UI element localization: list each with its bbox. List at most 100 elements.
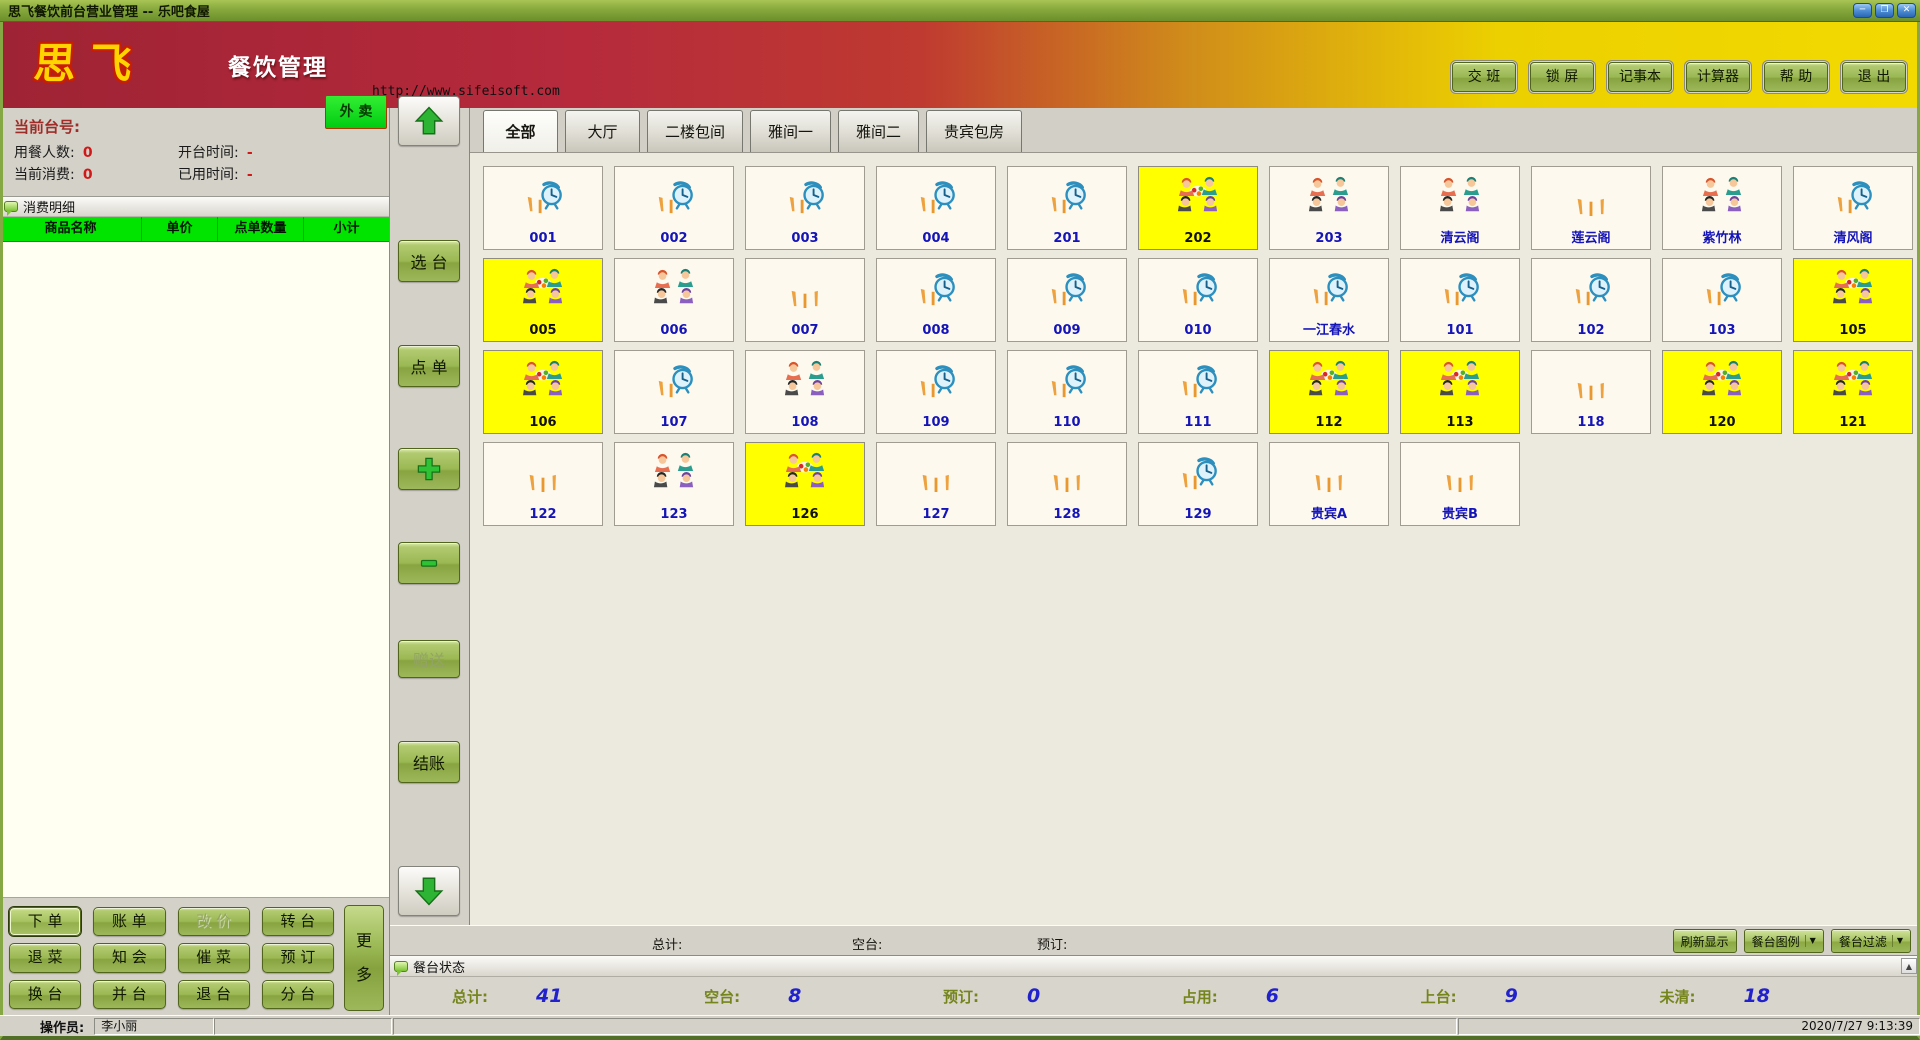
zone-tab[interactable]: 雅间二 — [838, 110, 919, 152]
header-button[interactable]: 交 班 — [1452, 62, 1516, 92]
table-cell[interactable]: 101 — [1400, 258, 1520, 342]
table-cell[interactable]: 128 — [1007, 442, 1127, 526]
order-button[interactable]: 点 单 — [398, 345, 460, 387]
table-cell[interactable]: 006 — [614, 258, 734, 342]
action-button[interactable]: 并 台 — [93, 980, 165, 1009]
zone-tab[interactable]: 大厅 — [565, 110, 640, 152]
table-cell[interactable]: 002 — [614, 166, 734, 250]
action-button[interactable]: 退 菜 — [9, 943, 81, 972]
header-button[interactable]: 记事本 — [1608, 62, 1672, 92]
action-button[interactable]: 分 台 — [262, 980, 334, 1009]
action-button[interactable]: 知 会 — [93, 943, 165, 972]
maximize-icon[interactable]: ❐ — [1875, 3, 1894, 18]
table-cell[interactable]: 123 — [614, 442, 734, 526]
table-label: 003 — [791, 231, 818, 246]
footer-button[interactable]: 刷新显示 — [1673, 929, 1737, 953]
order-items-list[interactable] — [0, 242, 389, 898]
stat-value: 0 — [1027, 985, 1040, 1007]
zone-tab[interactable]: 全部 — [483, 110, 558, 152]
table-cell[interactable]: 129 — [1138, 442, 1258, 526]
table-cell[interactable]: 120 — [1662, 350, 1782, 434]
gift-button[interactable]: 赠送 — [398, 640, 460, 678]
table-cell[interactable]: 107 — [614, 350, 734, 434]
table-cell[interactable]: 112 — [1269, 350, 1389, 434]
zone-tab[interactable]: 二楼包间 — [647, 110, 743, 152]
table-cell[interactable]: 004 — [876, 166, 996, 250]
table-cell[interactable]: 108 — [745, 350, 865, 434]
header-banner: 思飞 餐饮管理 http://www.sifeisoft.com 交 班锁 屏记… — [0, 22, 1920, 108]
scroll-down-button[interactable] — [398, 866, 460, 916]
action-button[interactable]: 预 订 — [262, 943, 334, 972]
table-cell[interactable]: 113 — [1400, 350, 1520, 434]
close-icon[interactable]: ✕ — [1897, 3, 1916, 18]
table-cell[interactable]: 清风阁 — [1793, 166, 1913, 250]
table-cell[interactable]: 莲云阁 — [1531, 166, 1651, 250]
header-button[interactable]: 退 出 — [1842, 62, 1906, 92]
table-cell[interactable]: 005 — [483, 258, 603, 342]
action-button[interactable]: 下 单 — [9, 907, 81, 936]
action-button[interactable]: 换 台 — [9, 980, 81, 1009]
increase-button[interactable] — [398, 448, 460, 490]
table-label: 105 — [1839, 323, 1866, 338]
table-cell[interactable]: 122 — [483, 442, 603, 526]
unsettled-table-icon — [1044, 266, 1090, 308]
stat-value: 9 — [1505, 985, 1518, 1007]
table-cell[interactable]: 001 — [483, 166, 603, 250]
table-cell[interactable]: 010 — [1138, 258, 1258, 342]
table-cell[interactable]: 202 — [1138, 166, 1258, 250]
table-cell[interactable]: 203 — [1269, 166, 1389, 250]
takeout-button[interactable]: 外 卖 — [325, 95, 387, 129]
checkout-button[interactable]: 结账 — [398, 741, 460, 783]
zone-tab[interactable]: 雅间一 — [750, 110, 831, 152]
action-button[interactable]: 催 菜 — [178, 943, 250, 972]
table-status-stats: 总计: 41 空台: 8 预订: 0 占用: 6 上台: 9 未清: 18 — [390, 976, 1920, 1015]
table-cell[interactable]: 109 — [876, 350, 996, 434]
header-button[interactable]: 锁 屏 — [1530, 62, 1594, 92]
table-cell[interactable]: 121 — [1793, 350, 1913, 434]
collapse-panel-button[interactable]: ▲ — [1901, 958, 1917, 974]
table-cell[interactable]: 102 — [1531, 258, 1651, 342]
table-cell[interactable]: 紫竹林 — [1662, 166, 1782, 250]
more-button[interactable]: 更多 — [344, 905, 384, 1011]
table-cell[interactable]: 003 — [745, 166, 865, 250]
minimize-icon[interactable]: ─ — [1853, 3, 1872, 18]
table-cell[interactable]: 110 — [1007, 350, 1127, 434]
status-stat: 空台: 8 — [704, 985, 801, 1007]
table-cell[interactable]: 106 — [483, 350, 603, 434]
table-cell[interactable]: 008 — [876, 258, 996, 342]
table-cell[interactable]: 126 — [745, 442, 865, 526]
footer-button[interactable]: 餐台过滤 ▼ — [1831, 929, 1911, 953]
table-cell[interactable]: 118 — [1531, 350, 1651, 434]
table-label: 203 — [1315, 231, 1342, 246]
table-label: 008 — [922, 323, 949, 338]
table-cell[interactable]: 贵宾B — [1400, 442, 1520, 526]
table-cell[interactable]: 贵宾A — [1269, 442, 1389, 526]
header-button[interactable]: 帮 助 — [1764, 62, 1828, 92]
footer-button[interactable]: 餐台图例 ▼ — [1744, 929, 1824, 953]
table-cell[interactable]: 105 — [1793, 258, 1913, 342]
select-table-button[interactable]: 选 台 — [398, 240, 460, 282]
table-cell[interactable]: 201 — [1007, 166, 1127, 250]
zone-tab[interactable]: 贵宾包房 — [926, 110, 1022, 152]
table-label: 007 — [791, 323, 818, 338]
table-label: 120 — [1708, 415, 1735, 430]
header-button[interactable]: 计算器 — [1686, 62, 1750, 92]
table-cell[interactable]: 127 — [876, 442, 996, 526]
table-cell[interactable]: 一江春水 — [1269, 258, 1389, 342]
decrease-button[interactable] — [398, 542, 460, 584]
table-cell[interactable]: 清云阁 — [1400, 166, 1520, 250]
table-label: 112 — [1315, 415, 1342, 430]
dining-table-icon — [782, 450, 828, 492]
action-button[interactable]: 转 台 — [262, 907, 334, 936]
scroll-up-button[interactable] — [398, 96, 460, 146]
action-button[interactable]: 账 单 — [93, 907, 165, 936]
table-cell[interactable]: 007 — [745, 258, 865, 342]
table-cell[interactable]: 111 — [1138, 350, 1258, 434]
table-cell[interactable]: 103 — [1662, 258, 1782, 342]
window-title: 思飞餐饮前台营业管理 -- 乐吧食屋 — [4, 1, 1853, 20]
table-cell[interactable]: 009 — [1007, 258, 1127, 342]
diners-label: 用餐人数: — [14, 145, 75, 161]
action-button[interactable]: 改 价 — [178, 907, 250, 936]
dining-table-icon — [1437, 358, 1483, 400]
action-button[interactable]: 退 台 — [178, 980, 250, 1009]
